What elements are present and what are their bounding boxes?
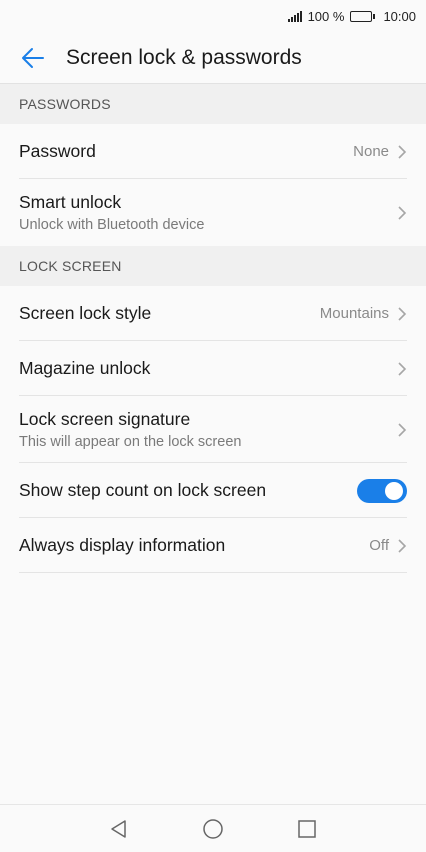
back-arrow-icon (22, 47, 44, 68)
status-bar: 100 % 10:00 (0, 0, 426, 32)
chevron-right-icon (398, 361, 407, 376)
lock-screen-list: Screen lock style Mountains Magazine unl… (0, 286, 426, 573)
settings-item-value: Off (369, 537, 389, 554)
settings-item-title: Password (19, 141, 96, 161)
chevron-right-icon (398, 422, 407, 437)
battery-percent: 100 % (307, 8, 345, 24)
chevron-right-icon (398, 538, 407, 553)
triangle-back-icon (111, 819, 126, 838)
square-recents-icon (298, 819, 316, 838)
settings-item-smart-unlock[interactable]: Smart unlock Unlock with Bluetooth devic… (0, 179, 426, 246)
section-header-lock-screen: LOCK SCREEN (0, 246, 426, 286)
settings-item-title: Lock screen signature (19, 409, 191, 429)
chevron-right-icon (398, 144, 407, 159)
settings-item-magazine-unlock[interactable]: Magazine unlock (0, 341, 426, 396)
app-bar: Screen lock & passwords (0, 32, 426, 84)
settings-item-title: Smart unlock (19, 192, 122, 212)
clock: 10:00 (383, 8, 416, 24)
nav-home-button[interactable] (201, 817, 225, 841)
navigation-bar (0, 804, 426, 852)
settings-item-lock-screen-signature[interactable]: Lock screen signature This will appear o… (0, 396, 426, 463)
nav-recents-button[interactable] (295, 817, 319, 841)
signal-icon (287, 10, 302, 22)
circle-home-icon (203, 818, 223, 839)
battery-icon (350, 10, 376, 22)
settings-item-value: Mountains (319, 305, 389, 322)
settings-item-password[interactable]: Password None (0, 124, 426, 179)
settings-item-screen-lock-style[interactable]: Screen lock style Mountains (0, 286, 426, 341)
settings-item-always-display-information[interactable]: Always display information Off (0, 518, 426, 573)
passwords-list: Password None Smart unlock Unlock with B… (0, 124, 426, 246)
settings-item-value: None (353, 143, 389, 160)
step-count-toggle[interactable] (357, 478, 407, 503)
screen: 100 % 10:00 Screen lock & passwords PASS… (0, 0, 426, 852)
settings-item-title: Show step count on lock screen (19, 480, 267, 500)
chevron-right-icon (398, 205, 407, 220)
back-button[interactable] (20, 45, 46, 71)
settings-item-title: Magazine unlock (19, 358, 151, 378)
toggle-knob (385, 481, 403, 500)
settings-item-subtitle: Unlock with Bluetooth device (19, 217, 205, 233)
page-title: Screen lock & passwords (66, 45, 302, 69)
settings-item-show-step-count[interactable]: Show step count on lock screen (0, 463, 426, 518)
nav-back-button[interactable] (107, 817, 131, 841)
settings-item-title: Always display information (19, 535, 226, 555)
settings-item-subtitle: This will appear on the lock screen (19, 434, 242, 450)
chevron-right-icon (398, 306, 407, 321)
settings-item-title: Screen lock style (19, 303, 152, 323)
section-header-passwords: PASSWORDS (0, 84, 426, 124)
